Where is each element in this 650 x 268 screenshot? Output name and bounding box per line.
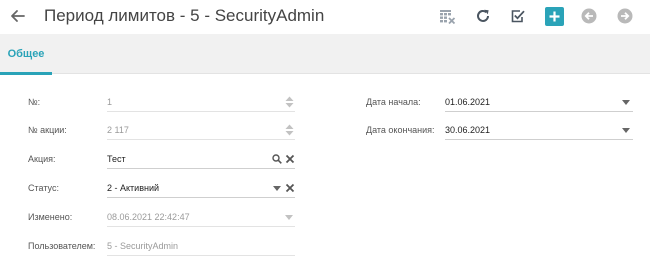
up-down-arrows-icon (285, 124, 293, 136)
add-button[interactable] (544, 6, 564, 26)
action-label: Акция: (28, 154, 56, 164)
refresh-icon (477, 9, 489, 22)
status-select[interactable]: 2 - Активний (107, 180, 295, 198)
page-title: Период лимитов - 5 - SecurityAdmin (44, 6, 325, 25)
stepper-icon[interactable] (283, 96, 295, 108)
back-button[interactable] (8, 6, 28, 26)
tab-bar: Общее (0, 34, 650, 75)
table-clear-icon (439, 9, 455, 24)
tab-general-label: Общее (7, 48, 45, 60)
date-start-value: 01.06.2021 (445, 97, 491, 107)
action-number-field[interactable]: 2 117 (107, 122, 295, 140)
clear-icon[interactable] (284, 153, 296, 165)
tab-general[interactable]: Общее (0, 34, 52, 75)
active-tab-indicator (0, 72, 52, 75)
date-end-field[interactable]: 30.06.2021 (445, 122, 633, 140)
action-number-label: № акции: (28, 125, 67, 135)
arrow-left-icon (11, 10, 25, 22)
action-field[interactable]: Тест (107, 151, 295, 169)
modified-value: 08.06.2021 22:42:47 (107, 212, 190, 222)
circle-arrow-right-icon (617, 8, 633, 24)
plus-icon (544, 6, 564, 26)
date-start-field[interactable]: 01.06.2021 (445, 94, 633, 112)
user-label: Пользователем: (28, 241, 96, 251)
save-button[interactable] (508, 6, 528, 26)
circle-arrow-left-icon (581, 8, 597, 24)
chevron-down-icon[interactable] (620, 124, 632, 136)
next-button[interactable] (615, 6, 635, 26)
user-value: 5 - SecurityAdmin (107, 241, 179, 251)
status-value: 2 - Активний (107, 183, 160, 193)
clear-icon[interactable] (284, 182, 296, 194)
number-label: №: (28, 97, 41, 107)
date-end-value: 30.06.2021 (445, 125, 491, 135)
modified-field[interactable]: 08.06.2021 22:42:47 (107, 209, 295, 227)
clear-filter-button[interactable] (437, 6, 457, 26)
stepper-icon[interactable] (283, 124, 295, 136)
modified-label: Изменено: (28, 212, 73, 222)
chevron-down-icon[interactable] (271, 182, 283, 194)
up-down-arrows-icon (285, 96, 293, 108)
chevron-down-icon[interactable] (283, 211, 295, 223)
number-field[interactable]: 1 (107, 94, 295, 112)
header: Период лимитов - 5 - SecurityAdmin (0, 0, 650, 34)
checkbox-icon (511, 10, 525, 23)
refresh-button[interactable] (473, 6, 493, 26)
date-end-label: Дата окончания: (366, 125, 435, 135)
action-value: Тест (107, 154, 126, 164)
date-start-label: Дата начала: (366, 97, 421, 107)
user-field[interactable]: 5 - SecurityAdmin (107, 238, 295, 256)
prev-button[interactable] (579, 6, 599, 26)
action-number-value: 2 117 (107, 125, 129, 135)
search-icon[interactable] (271, 153, 283, 165)
number-value: 1 (107, 97, 113, 107)
status-label: Статус: (28, 183, 59, 193)
chevron-down-icon[interactable] (620, 96, 632, 108)
